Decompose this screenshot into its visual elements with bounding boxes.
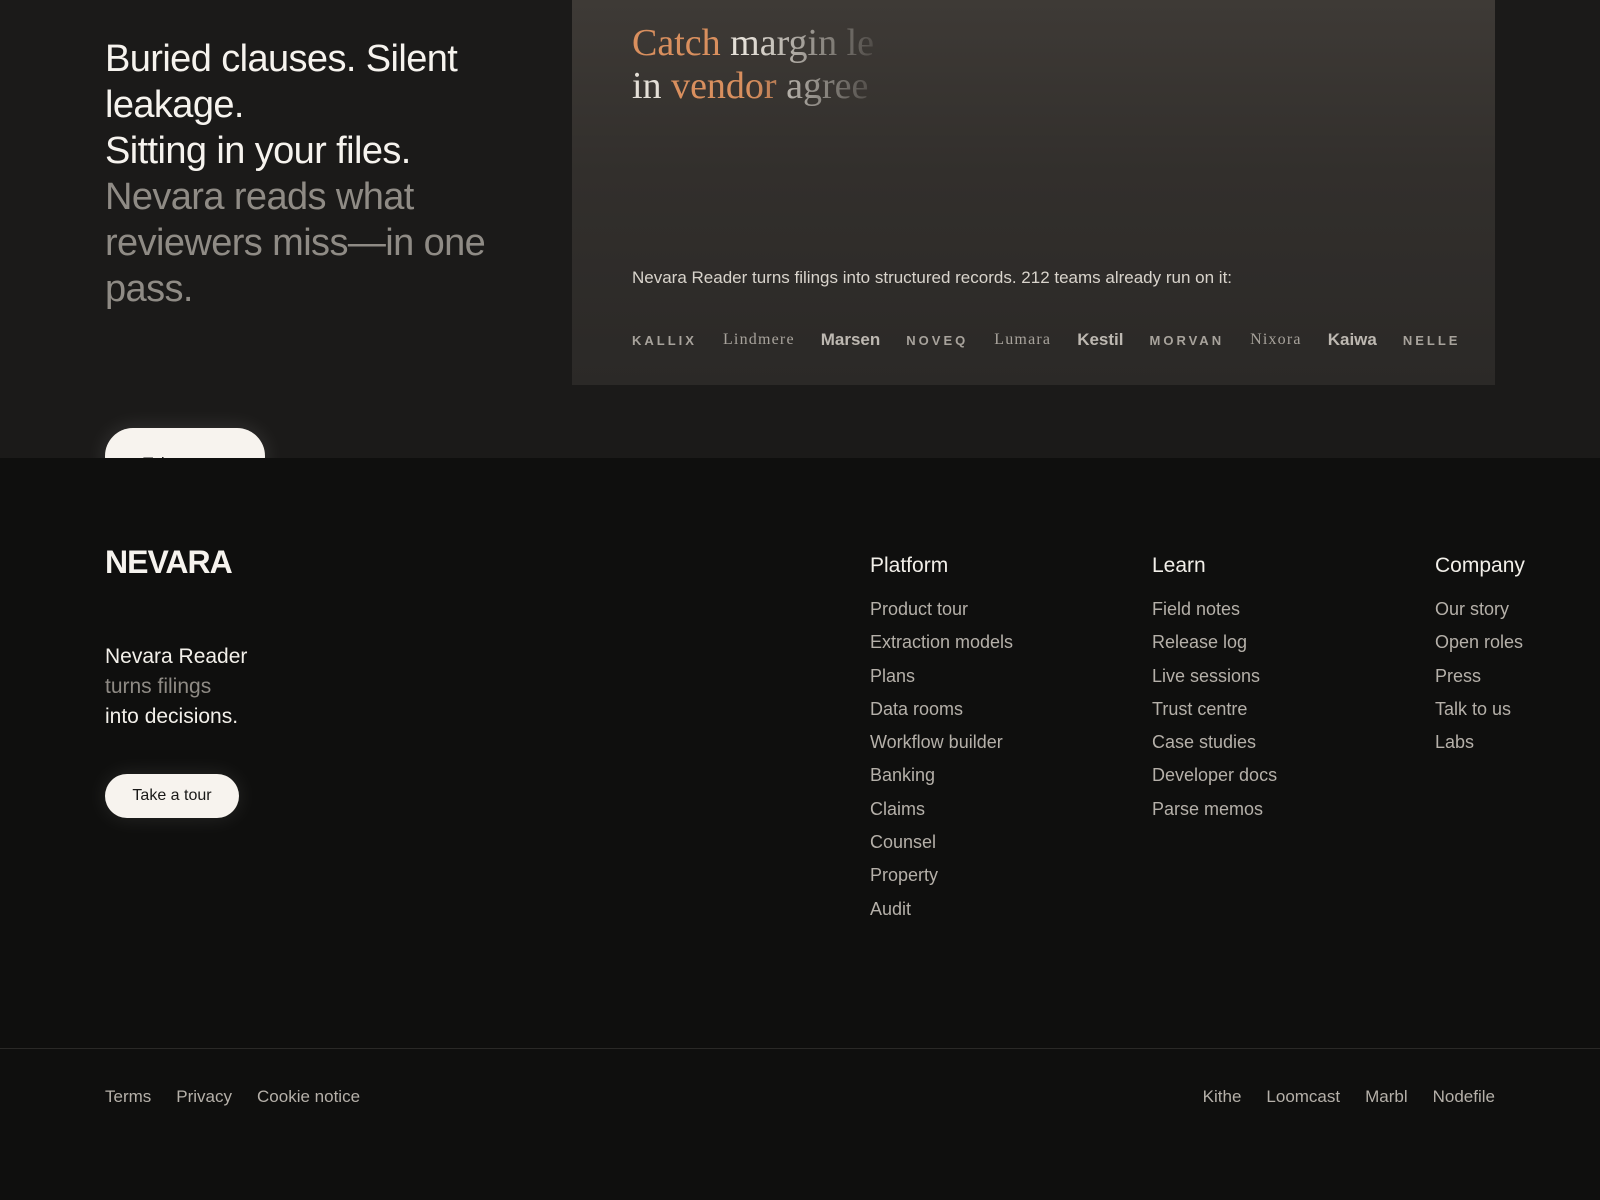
headline-accent-word: vendor [671, 65, 777, 107]
customer-logo: KALLIX [632, 332, 697, 348]
customer-logo: Nixora [1250, 331, 1302, 348]
footer-link[interactable]: Parse memos [1152, 798, 1277, 831]
site-footer: NEVARA Nevara Reader turns filings into … [0, 458, 1600, 1200]
footer-link[interactable]: Case studies [1152, 731, 1277, 764]
sister-site-link[interactable]: Loomcast [1266, 1087, 1340, 1107]
customer-logo: Marsen [820, 330, 881, 349]
panel-caption: Nevara Reader turns filings into structu… [632, 268, 1233, 287]
footer-link[interactable]: Labs [1435, 731, 1525, 764]
sister-site-link[interactable]: Kithe [1203, 1087, 1242, 1107]
footer-column-learn: Learn Field notes Release log Live sessi… [1152, 554, 1277, 831]
tagline-line: turns filings [105, 675, 212, 698]
customer-logo: NOVEQ [906, 332, 969, 348]
product-preview-panel: Catch margin le in vendor agree Nevara R… [572, 0, 1495, 385]
footer-link[interactable]: Claims [870, 798, 1013, 831]
hero-tour-button[interactable]: Take a tour [105, 428, 265, 458]
customer-logo: Kaiwa [1327, 330, 1377, 349]
tagline-line: Nevara Reader [105, 645, 248, 668]
legal-link-cookie-notice[interactable]: Cookie notice [257, 1087, 360, 1107]
footer-link[interactable]: Counsel [870, 831, 1013, 864]
hero-heading-line: Sitting in your files. [105, 130, 411, 172]
footer-link[interactable]: Live sessions [1152, 665, 1277, 698]
customer-logo: Lindmere [722, 331, 795, 348]
footer-column-title: Learn [1152, 554, 1206, 577]
footer-tagline: Nevara Reader turns filings into decisio… [105, 642, 247, 732]
footer-tour-button[interactable]: Take a tour [105, 774, 239, 818]
panel-headline: Catch margin le in vendor agree [632, 22, 892, 108]
footer-link[interactable]: Field notes [1152, 598, 1277, 631]
legal-link-privacy[interactable]: Privacy [176, 1087, 232, 1107]
panel-headline-row: in vendor agree [632, 65, 892, 108]
footer-link[interactable]: Press [1435, 665, 1525, 698]
footer-link[interactable]: Extraction models [870, 631, 1013, 664]
footer-link[interactable]: Release log [1152, 631, 1277, 664]
footer-link[interactable]: Data rooms [870, 698, 1013, 731]
hero-heading-line: leakage. [105, 84, 244, 126]
hero-subheading-line: reviewers miss—in one [105, 222, 486, 264]
legal-links: Terms Privacy Cookie notice [105, 1087, 385, 1107]
footer-link[interactable]: Trust centre [1152, 698, 1277, 731]
customer-logo: MORVAN [1149, 332, 1225, 348]
footer-link[interactable]: Banking [870, 764, 1013, 797]
hero-subheading-line: pass. [105, 268, 193, 310]
footer-link[interactable]: Workflow builder [870, 731, 1013, 764]
legal-link-terms[interactable]: Terms [105, 1087, 151, 1107]
footer-column-title: Platform [870, 554, 949, 577]
footer-column-platform: Platform Product tour Extraction models … [870, 554, 1013, 931]
hero-heading: Buried clauses. Silent leakage. Sitting … [105, 36, 545, 312]
panel-headline-row: Catch margin le [632, 22, 892, 65]
footer-link[interactable]: Plans [870, 665, 1013, 698]
footer-link[interactable]: Developer docs [1152, 764, 1277, 797]
footer-divider [0, 1048, 1600, 1049]
sister-site-link[interactable]: Marbl [1365, 1087, 1408, 1107]
hero-heading-line: Buried clauses. Silent [105, 38, 458, 80]
footer-link[interactable]: Talk to us [1435, 698, 1525, 731]
brand-logo[interactable]: NEVARA [105, 544, 233, 581]
hero-subheading-line: Nevara reads what [105, 176, 414, 218]
sister-site-links: Kithe Loomcast Marbl Nodefile [1178, 1087, 1495, 1107]
footer-link[interactable]: Property [870, 864, 1013, 897]
customer-logo: Lumara [994, 331, 1052, 348]
hero-section: Buried clauses. Silent leakage. Sitting … [0, 0, 1600, 458]
footer-column-company: Company Our story Open roles Press Talk … [1435, 554, 1525, 764]
headline-accent-word: Catch [632, 22, 721, 64]
headline-text: margin le [730, 22, 875, 64]
footer-link[interactable]: Open roles [1435, 631, 1525, 664]
footer-link[interactable]: Our story [1435, 598, 1525, 631]
tagline-line: into decisions. [105, 705, 239, 728]
customer-logo: NELLE [1402, 332, 1461, 348]
customer-logo-strip: KALLIX Lindmere Marsen NOVEQ Lumara Kest… [632, 325, 1495, 355]
sister-site-link[interactable]: Nodefile [1433, 1087, 1495, 1107]
headline-text: in [632, 65, 662, 107]
headline-text: agree [786, 65, 869, 107]
footer-link[interactable]: Audit [870, 898, 1013, 931]
customer-logo: Kestil [1077, 330, 1124, 349]
footer-link[interactable]: Product tour [870, 598, 1013, 631]
footer-column-title: Company [1435, 554, 1525, 577]
